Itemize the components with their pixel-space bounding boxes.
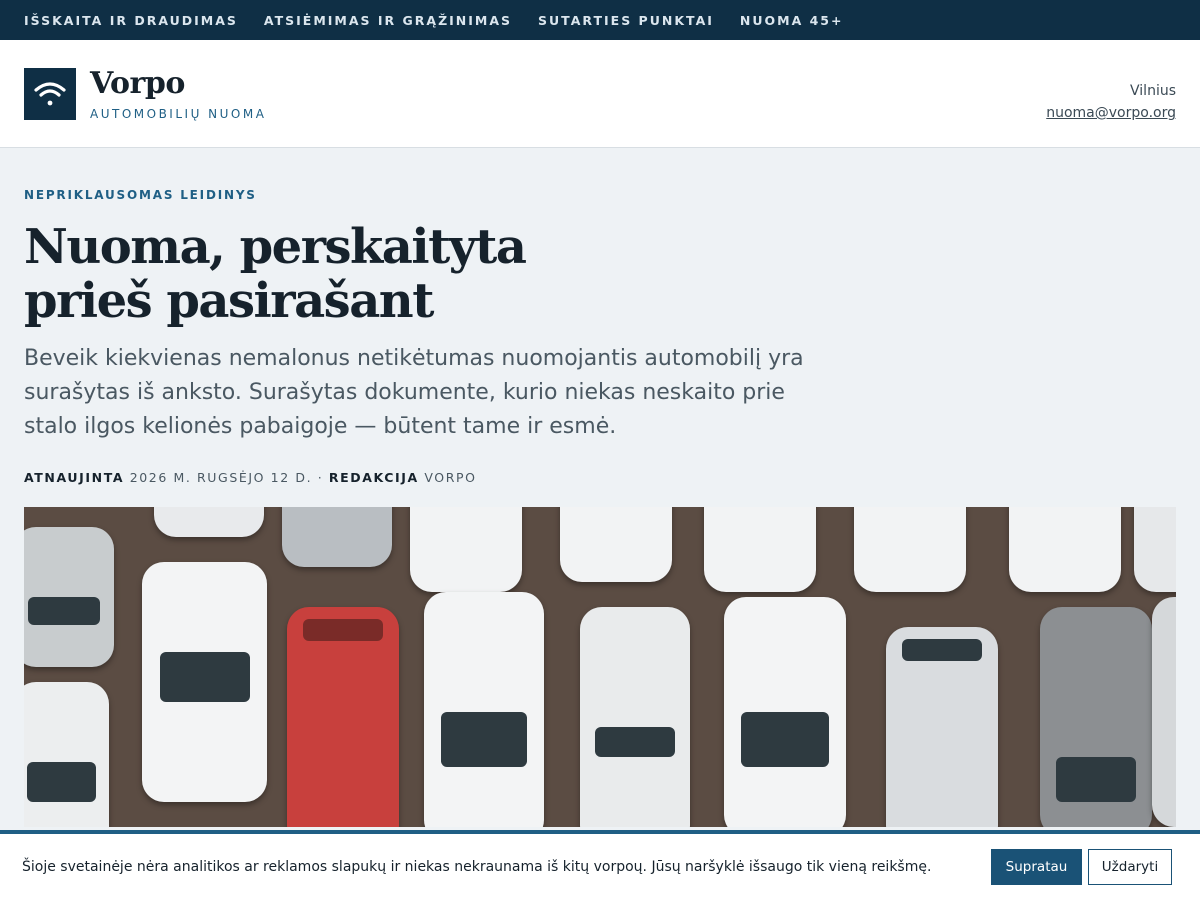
wifi-signal-icon	[34, 81, 66, 105]
meta-separator: ·	[317, 470, 324, 485]
car	[704, 507, 816, 592]
article-kicker: NEPRIKLAUSOMAS LEIDINYS	[24, 188, 257, 202]
car	[424, 592, 544, 827]
article-lede: Beveik kiekvienas nemalonus netikėtumas …	[24, 346, 804, 439]
car	[580, 607, 690, 827]
meta-updated-label: ATNAUJINTA	[24, 470, 125, 485]
accept-button[interactable]: Supratau	[991, 849, 1082, 885]
aerial-parking-lot-photo	[24, 507, 1176, 827]
car	[560, 507, 672, 582]
article-title: Nuoma, perskaityta prieš pasirašant	[24, 220, 584, 328]
nav-link-rental-45-plus[interactable]: NUOMA 45+	[740, 13, 844, 28]
car	[1152, 597, 1176, 827]
car	[282, 507, 392, 567]
car	[1134, 507, 1176, 592]
article: NEPRIKLAUSOMAS LEIDINYS Nuoma, perskaity…	[0, 188, 1200, 827]
close-button[interactable]: Uždaryti	[1088, 849, 1172, 885]
car	[724, 597, 846, 827]
site-header: Vorpo AUTOMOBILIŲ NUOMA Vilnius nuoma@vo…	[0, 40, 1200, 148]
meta-editor-label: REDAKCIJA	[328, 470, 419, 485]
top-navigation: IŠSKAITA IR DRAUDIMAS ATSIĖMIMAS IR GRĄŽ…	[0, 0, 1200, 40]
cookie-banner: Šioje svetainėje nėra analitikos ar rekl…	[0, 830, 1200, 900]
contact-info: Vilnius nuoma@vorpo.org	[1046, 80, 1176, 124]
car	[410, 507, 522, 592]
car	[854, 507, 966, 592]
brand-name[interactable]: Vorpo	[90, 66, 266, 101]
cookie-text: Šioje svetainėje nėra analitikos ar rekl…	[22, 859, 932, 875]
meta-date: 2026 M. RUGSĖJO 12 D.	[129, 470, 313, 485]
car	[1040, 607, 1152, 827]
nav-link-contract-clauses[interactable]: SUTARTIES PUNKTAI	[538, 13, 714, 28]
car	[1009, 507, 1121, 592]
email-link[interactable]: nuoma@vorpo.org	[1046, 105, 1176, 121]
car	[287, 607, 399, 827]
car	[154, 507, 264, 537]
city-label: Vilnius	[1130, 83, 1176, 99]
car	[142, 562, 267, 802]
car	[886, 627, 998, 827]
article-meta: ATNAUJINTA 2026 M. RUGSĖJO 12 D. · REDAK…	[24, 470, 1176, 485]
car	[24, 527, 114, 667]
title-line-2: prieš pasirašant	[24, 273, 434, 329]
nav-link-deductible-insurance[interactable]: IŠSKAITA IR DRAUDIMAS	[24, 13, 238, 28]
nav-link-pickup-return[interactable]: ATSIĖMIMAS IR GRĄŽINIMAS	[264, 13, 512, 28]
car	[24, 682, 109, 827]
brand: Vorpo AUTOMOBILIŲ NUOMA	[90, 66, 267, 121]
brand-tagline: AUTOMOBILIŲ NUOMA	[90, 106, 267, 121]
meta-editor: VORPO	[424, 470, 477, 485]
title-line-1: Nuoma, perskaityta	[24, 219, 527, 275]
logo[interactable]	[24, 67, 76, 120]
